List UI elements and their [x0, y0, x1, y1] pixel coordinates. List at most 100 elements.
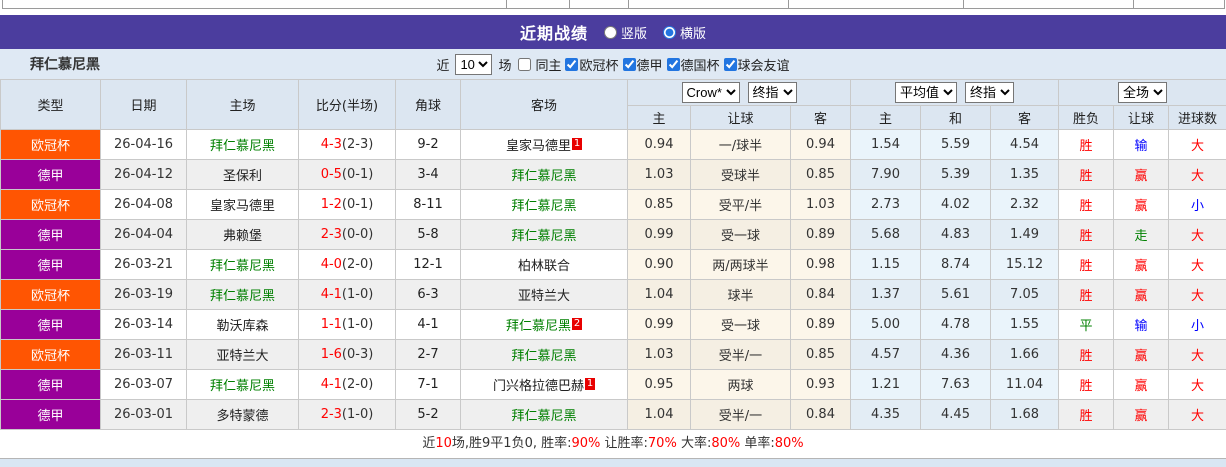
odds-handicap: 一/球半	[690, 129, 791, 160]
avg-draw: 7.63	[920, 369, 992, 400]
odds-away: 0.94	[789, 129, 852, 160]
corner-score: 9-2	[395, 129, 461, 160]
goals-result: 大	[1168, 339, 1226, 370]
home-team[interactable]: 圣保利	[186, 159, 299, 190]
away-team[interactable]: 拜仁慕尼黑	[460, 399, 628, 430]
team-link[interactable]: 柏林联合	[518, 259, 570, 274]
odds-company-select[interactable]: Crow*	[681, 82, 740, 103]
home-team[interactable]: 拜仁慕尼黑	[186, 129, 299, 160]
team-link[interactable]: 皇家马德里	[506, 139, 571, 154]
corner-score: 7-1	[395, 369, 461, 400]
away-team[interactable]: 门兴格拉德巴赫 1	[460, 369, 628, 400]
avg-time-select[interactable]: 终指	[965, 82, 1015, 103]
competition-badge: 德甲	[0, 309, 101, 340]
avg-home: 1.37	[850, 279, 922, 310]
team-link[interactable]: 圣保利	[223, 169, 262, 184]
summary-stat-value: 10	[435, 436, 452, 451]
odds-home: 1.03	[627, 339, 691, 370]
team-link[interactable]: 弗赖堡	[223, 229, 262, 244]
home-team[interactable]: 皇家马德里	[186, 189, 299, 220]
away-team[interactable]: 拜仁慕尼黑	[460, 189, 628, 220]
home-team[interactable]: 多特蒙德	[186, 399, 299, 430]
odds-home: 0.85	[627, 189, 691, 220]
radio-horizontal-input[interactable]	[663, 25, 676, 39]
team-link[interactable]: 勒沃库森	[216, 319, 268, 334]
odds-home: 1.04	[627, 279, 691, 310]
team-link[interactable]: 亚特兰大	[216, 349, 268, 364]
team-link[interactable]: 皇家马德里	[210, 199, 275, 214]
home-team[interactable]: 拜仁慕尼黑	[186, 249, 299, 280]
filter-checkbox-4[interactable]: 德国杯	[663, 55, 720, 74]
filter-checkbox-label: 同主	[535, 58, 562, 74]
team-link[interactable]: 拜仁慕尼黑	[210, 259, 275, 274]
filter-checkbox-3[interactable]: 德甲	[619, 55, 663, 74]
recent-count-select[interactable]: 10	[455, 53, 493, 75]
away-team[interactable]: 柏林联合	[460, 249, 628, 280]
match-score: 4-1(1-0)	[298, 279, 396, 310]
filter-checkbox-2[interactable]: 欧冠杯	[561, 55, 619, 74]
odds-time-select[interactable]: 终指	[747, 82, 797, 103]
filter-checkbox-input-4[interactable]	[666, 57, 680, 71]
odds-home: 0.99	[627, 309, 691, 340]
odds-away: 0.84	[789, 279, 852, 310]
col-header-odds-handicap: 让球	[690, 105, 791, 130]
result-scope-select[interactable]: 全场	[1118, 82, 1168, 103]
match-date: 26-03-21	[100, 249, 187, 280]
handicap-result: 输	[1113, 129, 1170, 160]
goals-result: 大	[1168, 399, 1226, 430]
goals-result: 大	[1168, 219, 1226, 250]
home-team[interactable]: 弗赖堡	[186, 219, 299, 250]
odds-handicap: 受平/半	[690, 189, 791, 220]
team-link[interactable]: 拜仁慕尼黑	[210, 139, 275, 154]
avg-draw: 5.61	[920, 279, 992, 310]
fulltime-score: 1-2	[320, 197, 342, 212]
away-team[interactable]: 拜仁慕尼黑	[460, 339, 628, 370]
games-label: 场	[498, 58, 512, 74]
radio-vertical-label: 竖版	[620, 26, 647, 42]
radio-horizontal-layout[interactable]: 横版	[663, 23, 706, 42]
filter-checkbox-input-5[interactable]	[723, 57, 737, 71]
match-row: 德甲 26-04-12 圣保利 0-5(0-1) 3-4 拜仁慕尼黑 1.03 …	[0, 159, 1226, 190]
filter-bar: 拜仁慕尼黑 近 10 场 同主 欧冠杯 德甲 德国杯 球会友谊	[0, 49, 1226, 79]
fulltime-score: 4-3	[320, 137, 342, 152]
home-team[interactable]: 拜仁慕尼黑	[186, 369, 299, 400]
col-header-date: 日期	[100, 79, 187, 130]
team-link[interactable]: 门兴格拉德巴赫	[493, 379, 584, 394]
home-team[interactable]: 勒沃库森	[186, 309, 299, 340]
match-score: 2-3(0-0)	[298, 219, 396, 250]
home-team[interactable]: 亚特兰大	[186, 339, 299, 370]
radio-vertical-layout[interactable]: 竖版	[603, 23, 647, 42]
team-link[interactable]: 拜仁慕尼黑	[511, 169, 576, 184]
match-score: 0-5(0-1)	[298, 159, 396, 190]
team-link[interactable]: 拜仁慕尼黑	[210, 379, 275, 394]
away-team[interactable]: 皇家马德里 1	[460, 129, 628, 160]
filter-checkbox-input-1[interactable]	[518, 57, 532, 71]
filter-checkbox-5[interactable]: 球会友谊	[720, 55, 790, 74]
team-link[interactable]: 多特蒙德	[216, 409, 268, 424]
away-team[interactable]: 拜仁慕尼黑	[460, 159, 628, 190]
team-link[interactable]: 拜仁慕尼黑	[511, 199, 576, 214]
goals-result: 大	[1168, 249, 1226, 280]
away-team[interactable]: 拜仁慕尼黑 2	[460, 309, 628, 340]
odds-handicap: 受半/一	[690, 399, 791, 430]
team-link[interactable]: 拜仁慕尼黑	[506, 319, 571, 334]
team-link[interactable]: 拜仁慕尼黑	[511, 409, 576, 424]
team-link[interactable]: 拜仁慕尼黑	[511, 229, 576, 244]
match-date: 26-03-01	[100, 399, 187, 430]
away-team[interactable]: 拜仁慕尼黑	[460, 219, 628, 250]
team-link[interactable]: 拜仁慕尼黑	[210, 289, 275, 304]
handicap-result: 赢	[1113, 399, 1170, 430]
radio-vertical-input[interactable]	[603, 25, 617, 39]
filter-checkbox-1[interactable]: 同主	[514, 55, 561, 74]
avg-company-select[interactable]: 平均值	[895, 82, 958, 103]
filter-checkbox-input-3[interactable]	[622, 57, 636, 71]
team-link[interactable]: 亚特兰大	[518, 289, 570, 304]
home-team[interactable]: 拜仁慕尼黑	[186, 279, 299, 310]
col-header-winloss: 胜负	[1058, 105, 1115, 130]
team-link[interactable]: 拜仁慕尼黑	[511, 349, 576, 364]
handicap-result: 赢	[1113, 339, 1170, 370]
fulltime-score: 2-3	[320, 407, 342, 422]
avg-home: 5.00	[850, 309, 922, 340]
filter-checkbox-input-2[interactable]	[565, 57, 579, 71]
away-team[interactable]: 亚特兰大	[460, 279, 628, 310]
